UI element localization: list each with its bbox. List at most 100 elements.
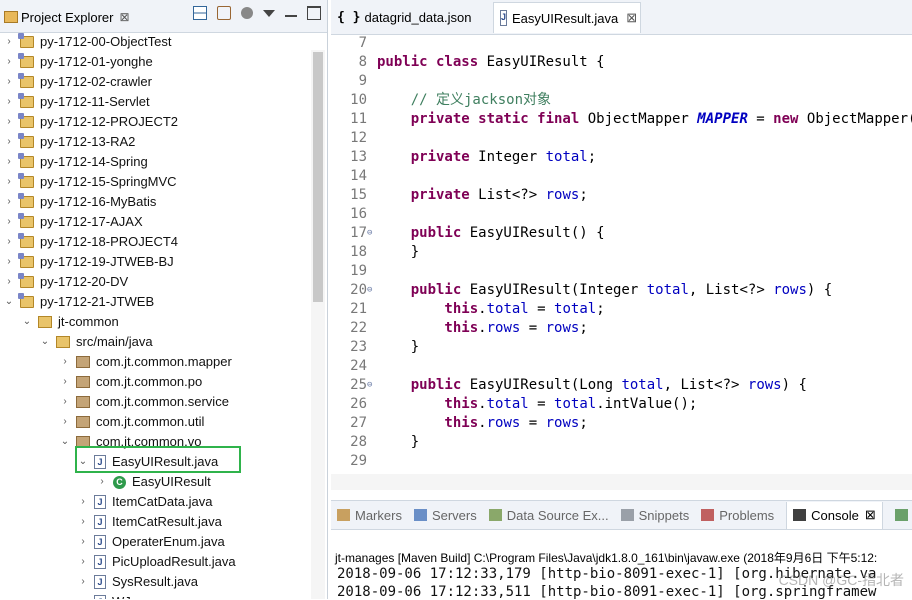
minimize-icon[interactable] [285,9,297,17]
chevron-right-icon[interactable]: › [60,412,70,432]
chevron-right-icon[interactable]: › [60,392,70,412]
code-text: public EasyUIResult(Long total, List<?> … [377,376,807,395]
tree-item[interactable]: › J ItemCatData.java [78,492,212,512]
chevron-right-icon[interactable]: › [4,72,14,92]
code-token: = [520,415,546,431]
tree-item[interactable]: › py-1712-18-PROJECT4 [4,232,178,252]
maximize-icon[interactable] [307,6,321,20]
collapse-all-icon[interactable] [193,6,207,20]
tree-item[interactable]: › com.jt.common.util [60,412,204,432]
tree-item[interactable]: › J PicUploadResult.java [78,552,236,572]
chevron-right-icon[interactable]: › [78,592,88,599]
explorer-scrollbar[interactable] [311,50,325,599]
tree-item[interactable]: › com.jt.common.po [60,372,202,392]
tab-pro[interactable]: Pro [894,508,912,523]
tree-item[interactable]: › py-1712-14-Spring [4,152,148,172]
tree-item[interactable]: › py-1712-15-SpringMVC [4,172,177,192]
editor-horizontal-scrollbar[interactable] [331,474,912,490]
code-text: private Integer total; [377,148,596,167]
code-token: EasyUIResult(Integer [469,282,647,298]
tab-easyuiresult-java[interactable]: J EasyUIResult.java ⊠ [493,2,641,33]
chevron-right-icon[interactable]: › [4,252,14,272]
tab-servers[interactable]: Servers [413,508,477,523]
explorer-view-tab[interactable]: Project Explorer ⊠ [0,0,327,33]
tree-item[interactable]: › py-1712-13-RA2 [4,132,135,152]
chevron-right-icon[interactable]: › [4,152,14,172]
link-with-editor-icon[interactable] [217,6,231,20]
project-folder-icon [18,213,34,228]
code-token: total [486,396,529,412]
class-icon: C [113,475,126,489]
tab-markers[interactable]: Markers [337,508,402,523]
fold-toggle-icon[interactable]: ⊖ [367,281,375,300]
tab-label: Console [811,507,859,523]
tree-item[interactable]: › py-1712-02-crawler [4,72,152,92]
chevron-right-icon[interactable]: › [4,212,14,232]
tree-item[interactable]: ⌄ src/main/java [40,332,153,352]
view-menu-icon[interactable] [263,9,275,17]
tree-item[interactable]: › J OperaterEnum.java [78,532,225,552]
tree-item[interactable]: › py-1712-01-yonghe [4,52,153,72]
chevron-right-icon[interactable]: › [4,132,14,152]
scrollbar-thumb[interactable] [313,52,323,302]
filter-icon[interactable] [241,7,253,19]
tab-problems[interactable]: Problems [701,508,774,523]
line-number: 19 [350,263,367,279]
tree-item[interactable]: › com.jt.common.service [60,392,229,412]
tree-item[interactable]: › py-1712-19-JTWEB-BJ [4,252,174,272]
chevron-right-icon[interactable]: › [4,112,14,132]
tree-item-label: py-1712-14-Spring [40,154,148,169]
tree-item[interactable]: › com.jt.common.mapper [60,352,232,372]
project-folder-icon [18,273,34,288]
chevron-down-icon[interactable]: ⌄ [22,312,32,332]
chevron-right-icon[interactable]: › [60,372,70,392]
tab-datagrid-json[interactable]: { } datagrid_data.json [331,2,489,33]
code-token: rows [545,415,580,431]
tree-item[interactable]: › py-1712-00-ObjectTest [4,32,172,52]
tree-item[interactable]: ⌄ jt-common [22,312,119,332]
close-icon[interactable]: ⊠ [119,10,129,24]
tree-item[interactable]: › py-1712-12-PROJECT2 [4,112,178,132]
code-token: ; [587,149,597,165]
chevron-down-icon[interactable]: ⌄ [4,292,14,312]
tree-item[interactable]: › py-1712-20-DV [4,272,128,292]
chevron-right-icon[interactable]: › [97,472,107,492]
code-token: public [377,282,470,298]
tab-snippets[interactable]: Snippets [620,508,689,523]
chevron-right-icon[interactable]: › [78,552,88,572]
chevron-right-icon[interactable]: › [78,492,88,512]
chevron-right-icon[interactable]: › [4,92,14,112]
tab-data-source-ex[interactable]: Data Source Ex... [488,508,609,523]
line-number: 11 [350,111,367,127]
chevron-right-icon[interactable]: › [78,512,88,532]
tree-item[interactable]: › C EasyUIResult [97,472,210,492]
chevron-right-icon[interactable]: › [4,272,14,292]
chevron-right-icon[interactable]: › [78,532,88,552]
source-folder-icon [56,336,70,348]
tree-item-label: com.jt.common.po [96,374,203,389]
tree-item[interactable]: ⌄ py-1712-21-JTWEB [4,292,154,312]
tree-item[interactable]: › py-1712-11-Servlet [4,92,150,112]
chevron-right-icon[interactable]: › [4,232,14,252]
explorer-title-group[interactable]: Project Explorer ⊠ [4,7,130,27]
close-icon[interactable]: ⊠ [865,507,876,523]
chevron-down-icon[interactable]: ⌄ [60,432,70,452]
chevron-right-icon[interactable]: › [4,32,14,52]
chevron-right-icon[interactable]: › [4,172,14,192]
chevron-right-icon[interactable]: › [78,572,88,592]
tree-item[interactable]: › py-1712-17-AJAX [4,212,143,232]
tree-item[interactable]: › J SysResult.java [78,572,198,592]
fold-toggle-icon[interactable]: ⊖ [367,224,375,243]
tree-item[interactable]: › J ItemCatResult.java [78,512,222,532]
chevron-right-icon[interactable]: › [60,352,70,372]
chevron-right-icon[interactable]: › [4,52,14,72]
code-token: this [377,301,479,317]
close-icon[interactable]: ⊠ [626,10,637,26]
chevron-down-icon[interactable]: ⌄ [40,332,50,352]
tree-item[interactable]: › J WJson... [78,592,163,599]
tab-console[interactable]: Console ⊠ [786,501,883,529]
fold-toggle-icon[interactable]: ⊖ [367,376,375,395]
tree-item[interactable]: › py-1712-16-MyBatis [4,192,156,212]
chevron-right-icon[interactable]: › [4,192,14,212]
code-token: total [646,282,689,298]
